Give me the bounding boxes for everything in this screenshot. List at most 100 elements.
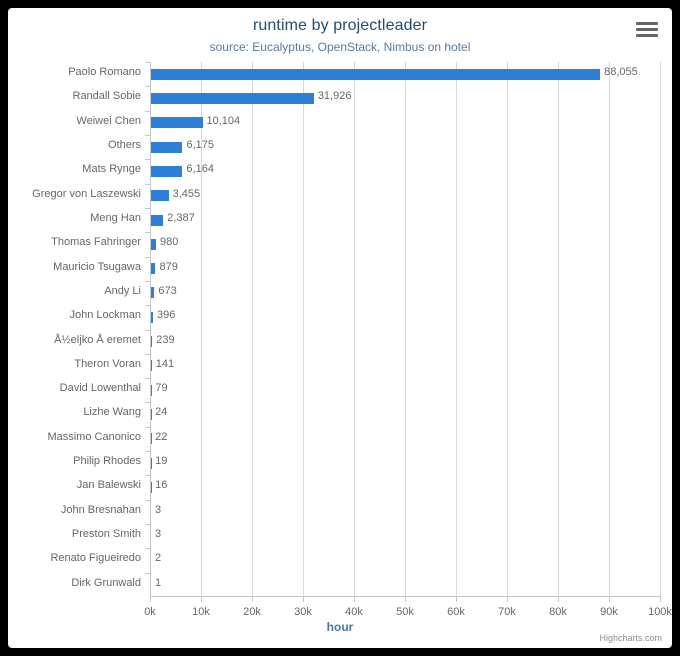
bar-value-label: 6,175 — [186, 138, 215, 151]
category-label: Randall Sobie — [72, 90, 142, 103]
category-label: Philip Rhodes — [73, 455, 141, 468]
bar-row[interactable]: Jan Balewski 16 — [77, 475, 660, 499]
x-tick-label: 10k — [192, 606, 210, 618]
x-tick-mark — [558, 597, 559, 602]
chart-card: runtime by projectleader source: Eucalyp… — [8, 8, 672, 648]
y-tick-mark — [145, 256, 150, 258]
x-tick-mark — [609, 597, 610, 602]
category-label: Mauricio Tsugawa — [53, 260, 141, 273]
category-label: Preston Smith — [71, 528, 141, 541]
category-label: John Bresnahan — [60, 503, 141, 516]
x-tick-label: 50k — [396, 606, 414, 618]
bar-row[interactable]: Weiwei Chen 10,104 — [76, 110, 660, 135]
bar[interactable] — [151, 141, 183, 153]
category-label: Massimo Canonico — [47, 430, 141, 443]
bar-value-label: 141 — [155, 357, 175, 370]
bar[interactable] — [151, 311, 154, 323]
bar-row[interactable]: Thomas Fahringer 980 — [51, 232, 660, 256]
x-tick-mark — [354, 597, 355, 602]
bar[interactable] — [151, 92, 314, 104]
category-label: Weiwei Chen — [76, 114, 141, 127]
bar-row[interactable]: Preston Smith 3 — [72, 524, 660, 548]
category-label: Paolo Romano — [68, 66, 141, 78]
bar-row[interactable]: Mats Rynge 6,164 — [82, 159, 660, 183]
x-axis-title: hour — [326, 620, 354, 634]
x-tick-mark — [507, 597, 508, 602]
bar[interactable] — [151, 287, 155, 299]
x-tick-mark — [252, 597, 253, 602]
bar-row[interactable]: Randall Sobie 31,926 — [73, 86, 660, 110]
bar[interactable] — [151, 263, 156, 275]
y-tick-mark — [145, 159, 150, 161]
bar-row[interactable]: John Bresnahan 3 — [61, 499, 660, 524]
bar-value-label: 24 — [155, 406, 168, 419]
y-tick-mark — [145, 378, 150, 380]
x-tick-mark — [303, 597, 304, 602]
x-tick-mark — [456, 597, 457, 602]
y-tick-mark — [145, 499, 150, 501]
y-tick-mark — [145, 475, 150, 477]
bar-row[interactable]: Renato Figueiredo 2 — [50, 548, 660, 572]
y-tick-mark — [145, 86, 150, 88]
bar[interactable] — [151, 68, 601, 80]
bar-value-label: 16 — [155, 479, 168, 492]
plot-area: Paolo Romano 88,055 Randall Sobie 31,926 Wei… — [32, 62, 672, 618]
bar-row[interactable]: Mauricio Tsugawa 879 — [53, 256, 660, 281]
bar-row[interactable]: Theron Voran 141 — [74, 353, 660, 378]
y-tick-mark — [145, 183, 150, 185]
category-label: Dirk Grunwald — [71, 576, 141, 589]
y-tick-mark — [145, 451, 150, 453]
x-tick-mark — [660, 597, 661, 602]
bar[interactable] — [151, 190, 169, 202]
bar-row[interactable]: Paolo Romano 88,055 — [68, 62, 660, 86]
bar-value-label: 22 — [155, 430, 168, 443]
gridline — [660, 62, 661, 597]
bar-value-label: 6,164 — [186, 163, 214, 176]
category-label: Lizhe Wang — [83, 406, 141, 419]
bar-row[interactable]: Andy Li 673 — [104, 280, 660, 305]
bar[interactable] — [151, 360, 152, 372]
y-tick-mark — [145, 134, 150, 136]
bar-row[interactable]: John Lockman 396 — [69, 305, 660, 329]
bar[interactable] — [151, 336, 153, 348]
bar-row[interactable]: Meng Han 2,387 — [90, 207, 660, 232]
bar-value-label: 396 — [157, 309, 176, 322]
y-tick-mark — [145, 402, 150, 404]
bar-value-label: 1 — [155, 576, 162, 589]
bar[interactable] — [151, 117, 203, 129]
category-label: Meng Han — [90, 211, 141, 224]
bar-value-label: 10,104 — [206, 114, 241, 127]
category-label: John Lockman — [69, 309, 141, 322]
x-tick-mark — [201, 597, 202, 602]
x-tick-label: 20k — [243, 606, 261, 618]
x-tick-label: 100k — [648, 606, 672, 618]
category-label: Jan Balewski — [76, 479, 141, 492]
bar-row[interactable]: Å½eljko Å eremet 239 — [54, 329, 660, 354]
hamburger-menu-icon[interactable] — [635, 20, 659, 42]
category-label: Mats Rynge — [82, 163, 141, 176]
y-tick-mark — [145, 426, 150, 428]
y-tick-mark — [145, 548, 150, 550]
x-tick-label: 30k — [294, 606, 312, 618]
bar-row[interactable]: Lizhe Wang 24 — [83, 402, 660, 426]
category-label: Others — [107, 138, 141, 151]
bar-row[interactable]: Others 6,175 — [108, 134, 660, 159]
bar-row[interactable]: David Lowenthal 79 — [60, 378, 660, 402]
x-tick-label: 60k — [447, 606, 465, 618]
category-label: Theron Voran — [74, 357, 141, 370]
bar-value-label: 88,055 — [604, 66, 638, 78]
category-label: Thomas Fahringer — [51, 236, 141, 249]
bar[interactable] — [151, 238, 156, 250]
x-tick-label: 40k — [345, 606, 363, 618]
x-tick-mark — [405, 597, 406, 602]
y-tick-mark — [145, 62, 150, 63]
bar[interactable] — [151, 214, 164, 226]
bar-row[interactable]: Dirk Grunwald 1 — [71, 572, 660, 597]
bar[interactable] — [151, 165, 183, 177]
bar-value-label: 19 — [155, 455, 168, 468]
bar-row[interactable]: Gregor von Laszewski 3,455 — [32, 183, 660, 208]
bar-value-label: 31,926 — [317, 90, 352, 103]
bar-row[interactable]: Philip Rhodes 19 — [73, 451, 660, 475]
hamburger-bar — [636, 28, 658, 31]
bar-row[interactable]: Massimo Canonico 22 — [47, 426, 660, 451]
